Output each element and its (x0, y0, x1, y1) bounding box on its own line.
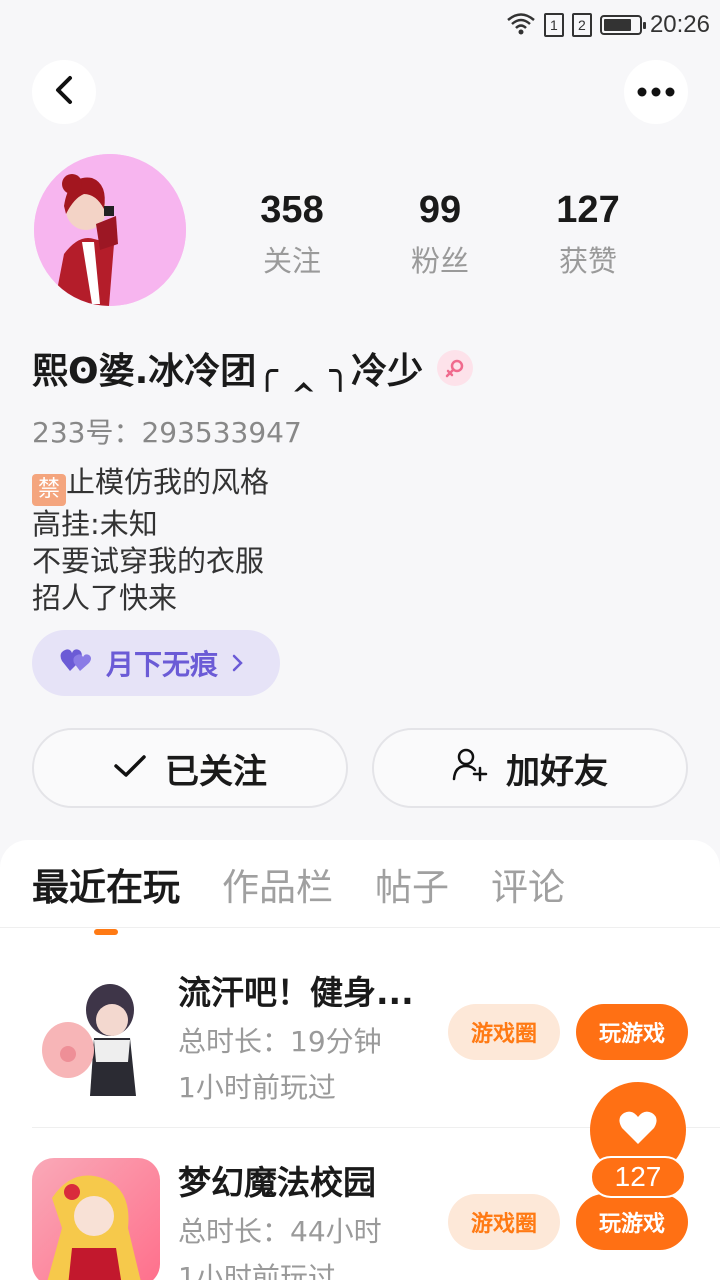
game-thumbnail (32, 968, 160, 1096)
game-circle-button[interactable]: 游戏圈 (448, 1004, 560, 1060)
battery-icon (599, 15, 646, 35)
battery-level (603, 19, 632, 31)
back-arrow-icon (52, 75, 76, 109)
add-user-icon (452, 746, 488, 791)
add-friend-label: 加好友 (506, 751, 608, 792)
stat-likes[interactable]: 127 获赞 (514, 186, 662, 280)
followed-label: 已关注 (165, 751, 267, 792)
heart-icon (618, 1110, 658, 1150)
nickname-text: 熙ʘ婆.冰冷团╭ ‸ ╮冷少 (32, 351, 424, 392)
avatar-image (34, 154, 186, 306)
stat-following-count: 358 (260, 189, 324, 231)
game-last-played: 1小时前玩过 (178, 1261, 336, 1280)
status-time: 20:26 (649, 11, 710, 38)
stat-likes-count: 127 (556, 189, 620, 231)
stat-fans-count: 99 (418, 189, 462, 231)
profile-stats: 358 关注 99 粉丝 127 获赞 (218, 186, 662, 280)
add-friend-button[interactable]: 加好友 (372, 728, 688, 808)
like-count: 127 (590, 1156, 686, 1198)
avatar[interactable] (34, 154, 186, 306)
stat-following[interactable]: 358 关注 (218, 186, 366, 280)
stat-fans[interactable]: 99 粉丝 (366, 186, 514, 280)
bio-line-1: 禁止模仿我的风格 (32, 464, 269, 506)
bio: 禁止模仿我的风格 高挂:未知 不要试穿我的衣服 招人了快来 (32, 464, 269, 617)
tab-posts[interactable]: 帖子 (375, 857, 449, 911)
stat-fans-label: 粉丝 (410, 244, 469, 278)
user-id: 233号：293533947 (32, 416, 302, 449)
bio-line-4: 招人了快来 (32, 581, 178, 615)
chevron-right-icon (232, 647, 244, 680)
bio-line-1-text: 止模仿我的风格 (66, 465, 270, 499)
guild-pill[interactable]: 月下无痕 (32, 630, 280, 696)
guild-name: 月下无痕 (106, 648, 219, 681)
back-button[interactable] (32, 60, 96, 124)
heart-pair-icon (60, 647, 92, 680)
stat-following-label: 关注 (262, 244, 321, 278)
more-dots-icon (636, 83, 676, 102)
nickname: 熙ʘ婆.冰冷团╭ ‸ ╮冷少 (32, 342, 474, 394)
game-title: 流汗吧！健身... (178, 973, 414, 1012)
game-thumbnail (32, 1158, 160, 1280)
content-panel: 最近在玩 作品栏 帖子 评论 流汗吧！健身... 总时长：19分钟 1小时前玩过… (0, 840, 720, 1280)
game-last-played: 1小时前玩过 (178, 1071, 336, 1104)
tab-works[interactable]: 作品栏 (222, 857, 333, 911)
game-playtime: 总时长：44小时 (178, 1215, 382, 1248)
wifi-icon (506, 11, 536, 39)
game-playtime: 总时长：19分钟 (178, 1025, 382, 1058)
play-game-button[interactable]: 玩游戏 (576, 1004, 688, 1060)
sim1-icon: 1 (543, 13, 564, 37)
game-title: 梦幻魔法校园 (178, 1163, 376, 1202)
more-options-button[interactable] (624, 60, 688, 124)
check-icon (113, 748, 147, 788)
play-game-button[interactable]: 玩游戏 (576, 1194, 688, 1250)
female-icon (437, 350, 474, 386)
tab-comments[interactable]: 评论 (491, 857, 565, 911)
game-circle-button[interactable]: 游戏圈 (448, 1194, 560, 1250)
sim2-icon: 2 (571, 13, 592, 37)
tab-recently-played[interactable]: 最近在玩 (32, 857, 180, 911)
bio-line-3: 不要试穿我的衣服 (32, 544, 265, 578)
status-bar: 1 2 20:26 (0, 0, 720, 50)
ban-icon: 禁 (32, 474, 66, 506)
followed-button[interactable]: 已关注 (32, 728, 348, 808)
stat-likes-label: 获赞 (558, 244, 617, 278)
bio-line-2: 高挂:未知 (32, 507, 158, 541)
tab-bar: 最近在玩 作品栏 帖子 评论 (0, 840, 720, 928)
